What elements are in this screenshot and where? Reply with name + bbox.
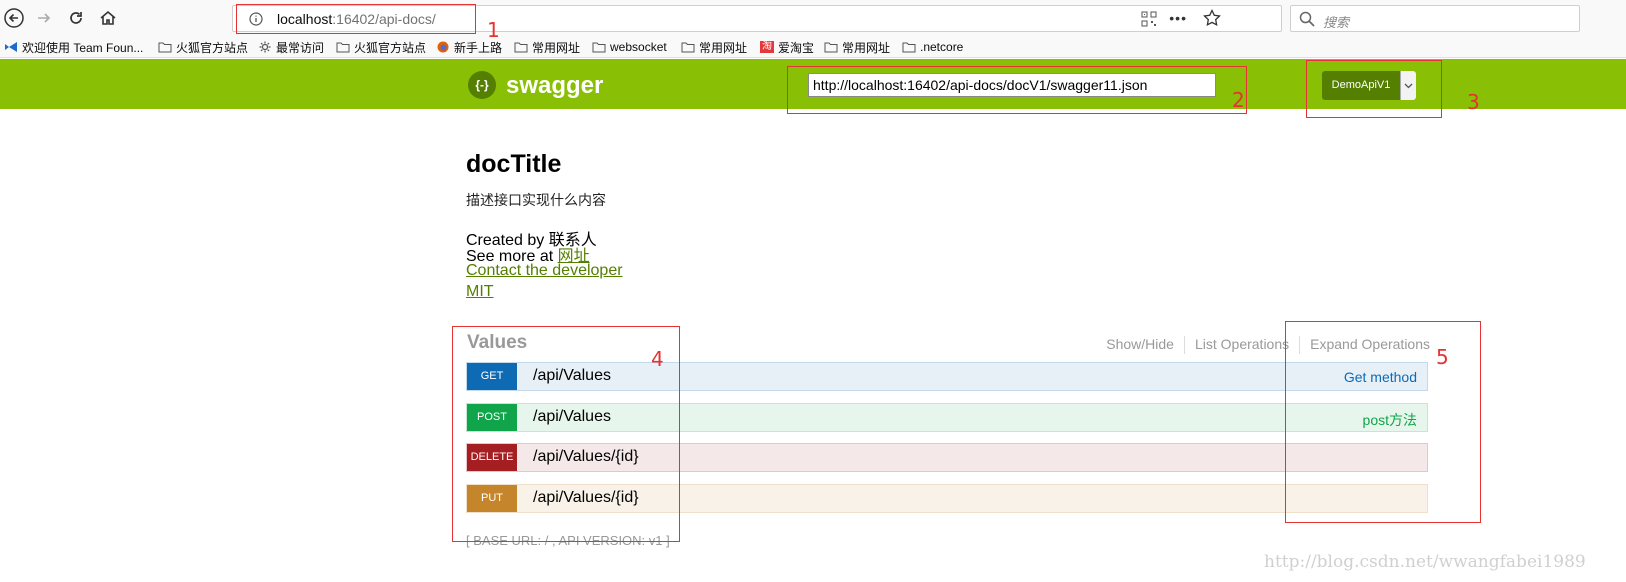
bookmark-label: 常用网址 <box>699 40 748 55</box>
bookmark-item[interactable]: 火狐官方站点 <box>336 39 426 55</box>
bookmark-item[interactable]: .netcore <box>902 39 963 55</box>
folder-icon <box>824 41 838 53</box>
bookmark-item[interactable]: websocket <box>592 39 667 55</box>
doc-description: 描述接口实现什么内容 <box>466 192 606 208</box>
bookmark-star-icon[interactable] <box>1203 9 1221 27</box>
annotation-box-3 <box>1306 60 1442 118</box>
home-icon <box>100 10 116 25</box>
annotation-number-1: 1 <box>487 18 500 42</box>
annotation-box-1 <box>236 4 476 34</box>
taobao-icon: 淘 <box>760 41 774 53</box>
reload-button[interactable] <box>64 6 88 30</box>
page-actions-icon[interactable]: ••• <box>1169 10 1187 26</box>
bookmark-label: 火狐官方站点 <box>354 40 427 55</box>
license-link[interactable]: MIT <box>466 283 494 301</box>
bookmark-label: .netcore <box>920 40 964 54</box>
folder-icon <box>158 41 172 53</box>
annotation-box-4 <box>452 326 680 542</box>
search-bar[interactable]: 搜索 <box>1290 5 1580 32</box>
annotation-number-4: 4 <box>651 347 664 371</box>
qr-code-icon[interactable] <box>1141 11 1157 27</box>
vs-icon <box>4 41 18 53</box>
annotation-box-5 <box>1285 321 1481 523</box>
bookmark-label: 爱淘宝 <box>778 40 815 55</box>
watermark-text: http://blog.csdn.net/wwangfabei1989 <box>1264 552 1586 572</box>
firefox-icon <box>436 41 450 53</box>
bookmark-item[interactable]: 欢迎使用 Team Foun... <box>4 39 143 55</box>
bookmark-label: 最常访问 <box>276 40 325 55</box>
bookmark-item[interactable]: 火狐官方站点 <box>158 39 248 55</box>
folder-icon <box>336 41 350 53</box>
show-hide-link[interactable]: Show/Hide <box>1096 336 1185 354</box>
bookmarks-toolbar: 欢迎使用 Team Foun... 火狐官方站点 最常访问 火狐官方站点 新手上… <box>0 36 1626 58</box>
folder-icon <box>902 41 916 53</box>
home-button[interactable] <box>96 6 120 30</box>
bookmark-item[interactable]: 淘 爱淘宝 <box>760 39 814 55</box>
contact-developer-link[interactable]: Contact the developer <box>466 262 623 280</box>
bookmark-label: websocket <box>610 40 667 54</box>
annotation-number-5: 5 <box>1436 345 1449 369</box>
bookmark-label: 常用网址 <box>532 40 581 55</box>
bookmark-item[interactable]: 常用网址 <box>681 39 747 55</box>
reload-icon <box>70 12 82 24</box>
search-icon <box>1299 11 1315 27</box>
annotation-box-2 <box>787 66 1247 114</box>
back-arrow-icon <box>4 8 24 28</box>
folder-icon <box>681 41 695 53</box>
forward-arrow-icon <box>38 13 51 23</box>
back-button[interactable] <box>2 6 26 30</box>
swagger-logo-icon[interactable]: {-} <box>468 71 496 99</box>
search-placeholder: 搜索 <box>1323 15 1350 30</box>
gear-icon <box>258 41 272 53</box>
forward-button[interactable] <box>32 6 56 30</box>
folder-icon <box>514 41 528 53</box>
bookmark-label: 欢迎使用 Team Foun... <box>22 40 144 55</box>
page-title: docTitle <box>466 150 562 178</box>
swagger-logo-text[interactable]: swagger <box>506 72 603 100</box>
bookmark-item[interactable]: 常用网址 <box>514 39 580 55</box>
folder-icon <box>592 41 606 53</box>
bookmark-item[interactable]: 最常访问 <box>258 39 324 55</box>
list-operations-link[interactable]: List Operations <box>1185 336 1301 354</box>
annotation-number-3: 3 <box>1467 90 1480 114</box>
annotation-number-2: 2 <box>1232 88 1245 112</box>
bookmark-label: 火狐官方站点 <box>176 40 249 55</box>
bookmark-label: 常用网址 <box>842 40 891 55</box>
bookmark-item[interactable]: 常用网址 <box>824 39 890 55</box>
